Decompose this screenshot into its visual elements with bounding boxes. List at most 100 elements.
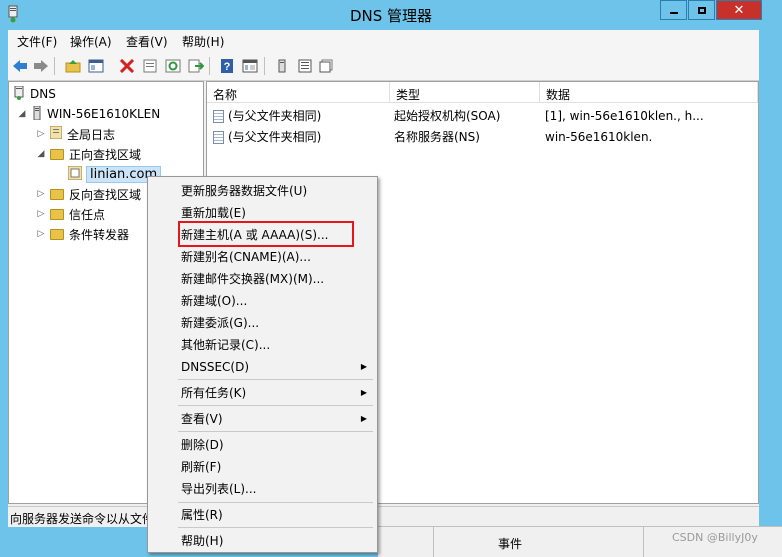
menu-action[interactable]: 操作(A) [70, 33, 112, 50]
log-icon [49, 125, 63, 142]
list-icon[interactable] [296, 57, 314, 75]
minimize-icon [669, 12, 678, 14]
toolbar: ? [8, 52, 759, 81]
record-icon [213, 131, 224, 144]
folder-icon [50, 228, 64, 240]
menu-all-tasks[interactable]: 所有任务(K) [181, 382, 246, 404]
menu-separator [178, 527, 373, 528]
submenu-arrow-icon: ▶ [360, 388, 367, 397]
menu-dnssec[interactable]: DNSSEC(D) [181, 356, 371, 378]
toolbar-separator [209, 57, 210, 75]
menu-dnssec-label: DNSSEC(D) [181, 360, 250, 374]
record-name: (与父文件夹相同) [228, 109, 322, 123]
folder-icon [50, 188, 64, 200]
menu-separator [178, 379, 373, 380]
folder-icon [50, 148, 64, 160]
client-area: 文件(F) 操作(A) 查看(V) 帮助(H) ? DNS ◢ WIN-56E1… [8, 30, 759, 527]
column-divider [433, 527, 434, 557]
show-hide-tree-icon[interactable] [87, 57, 105, 75]
tree-node-forward-zone[interactable]: ◢ 正向查找区域 [9, 144, 203, 164]
details-icon[interactable] [317, 57, 335, 75]
menu-new-alias[interactable]: 新建别名(CNAME)(A)... [181, 246, 311, 268]
tree-label: 信任点 [69, 207, 106, 222]
menu-separator [178, 405, 373, 406]
collapsed-arrow-icon[interactable]: ▷ [36, 209, 46, 219]
menu-update-server-data-file[interactable]: 更新服务器数据文件(U) [181, 180, 307, 202]
server-icon [33, 105, 41, 123]
record-name-cell: (与父文件夹相同) [213, 128, 321, 145]
record-name-cell: (与父文件夹相同) [213, 107, 321, 124]
help-icon[interactable]: ? [218, 57, 236, 75]
menu-bar: 文件(F) 操作(A) 查看(V) 帮助(H) [8, 30, 759, 52]
column-header-name[interactable]: 名称 [207, 82, 390, 103]
collapsed-arrow-icon[interactable]: ▷ [36, 229, 46, 239]
update-server-icon[interactable] [273, 57, 291, 75]
menu-help[interactable]: 帮助(H) [182, 33, 224, 50]
table-row[interactable]: (与父文件夹相同) 名称服务器(NS) win-56e1610klen. [207, 126, 758, 147]
record-name: (与父文件夹相同) [228, 130, 322, 144]
forward-icon[interactable] [32, 57, 50, 75]
record-type: 起始授权机构(SOA) [394, 109, 501, 123]
maximize-button[interactable] [688, 0, 715, 20]
tree-label: 正向查找区域 [69, 147, 142, 162]
expanded-arrow-icon[interactable]: ◢ [36, 149, 46, 159]
refresh-icon[interactable] [164, 57, 182, 75]
menu-refresh[interactable]: 刷新(F) [181, 456, 221, 478]
toolbar-separator [264, 57, 265, 75]
record-data: [1], win-56e1610klen., h... [545, 108, 704, 123]
watermark: CSDN @BillyJ0y [672, 531, 758, 544]
status-bar: 向服务器发送命令以从文件 [8, 506, 759, 527]
menu-new-delegation[interactable]: 新建委派(G)... [181, 312, 259, 334]
menu-other-new-records[interactable]: 其他新记录(C)... [181, 334, 270, 356]
tree-node-global-log[interactable]: ▷ 全局日志 [9, 124, 203, 144]
close-button[interactable]: ✕ [716, 0, 762, 20]
close-icon: ✕ [733, 2, 745, 18]
collapsed-arrow-icon[interactable]: ▷ [36, 129, 46, 139]
properties-icon[interactable] [141, 57, 159, 75]
delete-icon[interactable] [118, 57, 136, 75]
menu-delete[interactable]: 删除(D) [181, 434, 224, 456]
table-row[interactable]: (与父文件夹相同) 起始授权机构(SOA) [1], win-56e1610kl… [207, 105, 758, 126]
menu-file[interactable]: 文件(F) [17, 33, 57, 50]
events-label: 事件 [498, 537, 523, 551]
back-icon[interactable] [11, 57, 29, 75]
tree-label: 条件转发器 [69, 227, 130, 242]
menu-properties[interactable]: 属性(R) [181, 504, 223, 526]
tree-label: WIN-56E1610KLEN [47, 107, 161, 121]
tree-node-server[interactable]: ◢ WIN-56E1610KLEN [9, 104, 203, 124]
expanded-arrow-icon[interactable]: ◢ [17, 109, 27, 119]
menu-separator [178, 502, 373, 503]
dns-manager-window: DNS 管理器 ✕ 文件(F) 操作(A) 查看(V) 帮助(H) ? DNS … [0, 0, 767, 534]
annotation-highlight-box [178, 221, 354, 247]
tree-node-dns[interactable]: DNS [9, 84, 203, 104]
menu-all-tasks-label: 所有任务(K) [181, 386, 247, 400]
title-bar[interactable]: DNS 管理器 ✕ [0, 0, 767, 30]
up-folder-icon[interactable] [64, 57, 82, 75]
record-data: win-56e1610klen. [545, 129, 653, 144]
view-icon[interactable] [241, 57, 259, 75]
column-divider [643, 527, 644, 557]
svg-text:?: ? [224, 61, 231, 73]
record-icon [213, 110, 224, 123]
column-header-type[interactable]: 类型 [390, 82, 540, 103]
menu-view[interactable]: 查看(V) [126, 33, 168, 50]
menu-help-item[interactable]: 帮助(H) [181, 530, 223, 552]
submenu-arrow-icon: ▶ [360, 362, 367, 371]
column-header-data[interactable]: 数据 [540, 82, 758, 103]
menu-view-sub[interactable]: 查看(V) [181, 408, 223, 430]
menu-new-domain[interactable]: 新建域(O)... [181, 290, 247, 312]
collapsed-arrow-icon[interactable]: ▷ [36, 189, 46, 199]
menu-separator [178, 431, 373, 432]
maximize-icon [697, 6, 706, 14]
menu-export-list[interactable]: 导出列表(L)... [181, 478, 257, 500]
submenu-arrow-icon: ▶ [360, 414, 367, 423]
minimize-button[interactable] [660, 0, 687, 20]
menu-new-mail-exchanger[interactable]: 新建邮件交换器(MX)(M)... [181, 268, 324, 290]
zone-icon [67, 165, 83, 183]
tree-label: 反向查找区域 [69, 187, 142, 202]
dns-root-icon [13, 85, 25, 103]
tree-label: 全局日志 [67, 127, 116, 142]
export-icon[interactable] [187, 57, 205, 75]
toolbar-separator [54, 57, 55, 75]
tree-label: DNS [30, 87, 56, 101]
